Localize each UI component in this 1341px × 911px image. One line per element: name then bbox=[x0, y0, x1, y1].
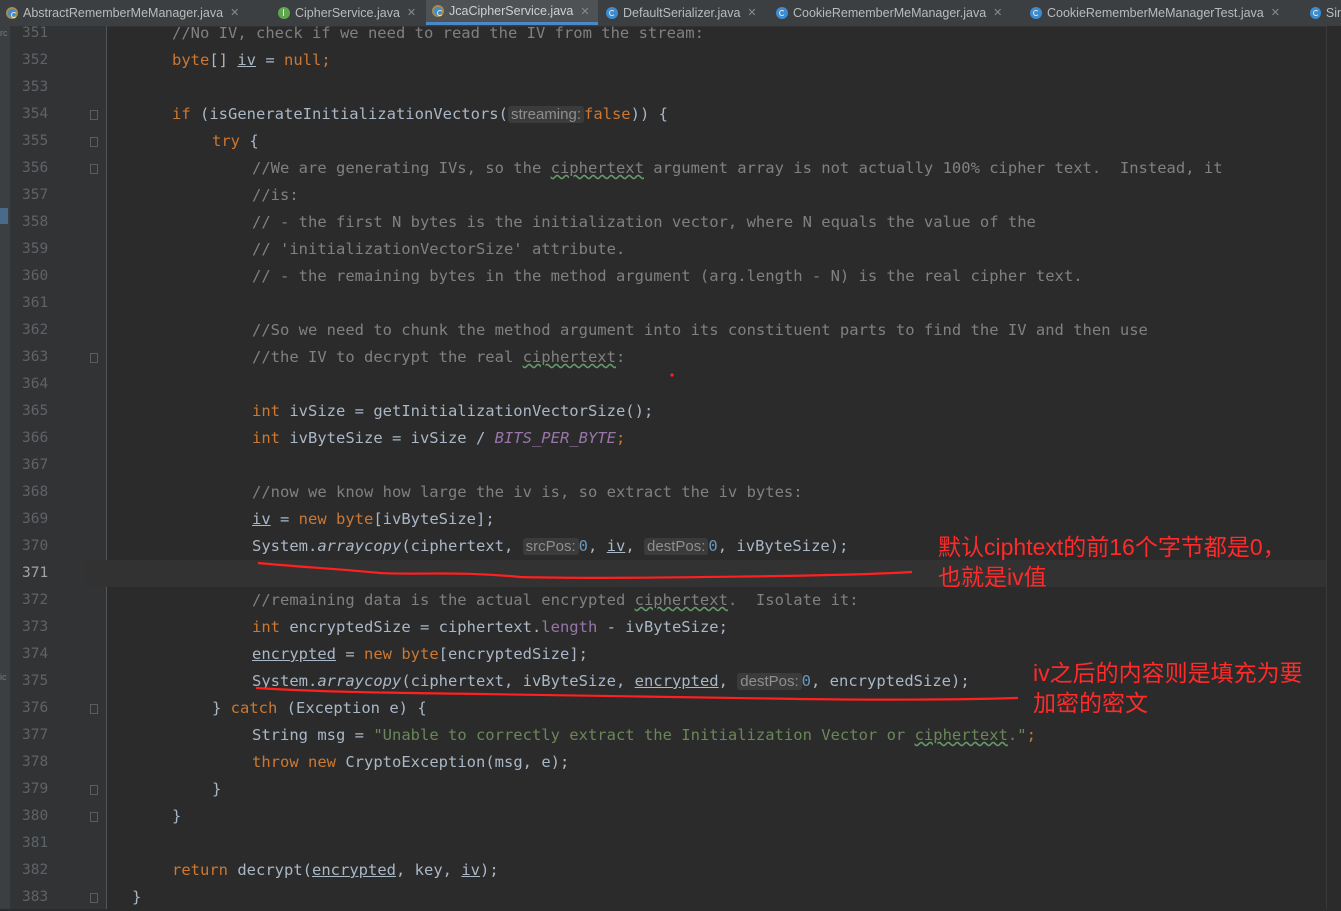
annotation-note-1: 默认ciphtext的前16个字节都是0， 也就是iv值 bbox=[938, 532, 1286, 592]
underline-stroke-1 bbox=[257, 561, 913, 579]
annotation-note-2: iv之后的内容则是填充为要 加密的密文 bbox=[1033, 658, 1303, 718]
annotation-text: 加密的密文 bbox=[1033, 690, 1148, 716]
annotation-text: 也就是iv值 bbox=[938, 564, 1047, 590]
red-dot bbox=[670, 373, 674, 377]
annotation-text: 默认ciphtext的前16个字节都是0， bbox=[938, 534, 1286, 560]
red-annotation-strokes bbox=[255, 373, 1019, 701]
annotation-text: iv之后的内容则是填充为要 bbox=[1033, 660, 1303, 686]
underline-stroke-2 bbox=[255, 686, 1019, 701]
